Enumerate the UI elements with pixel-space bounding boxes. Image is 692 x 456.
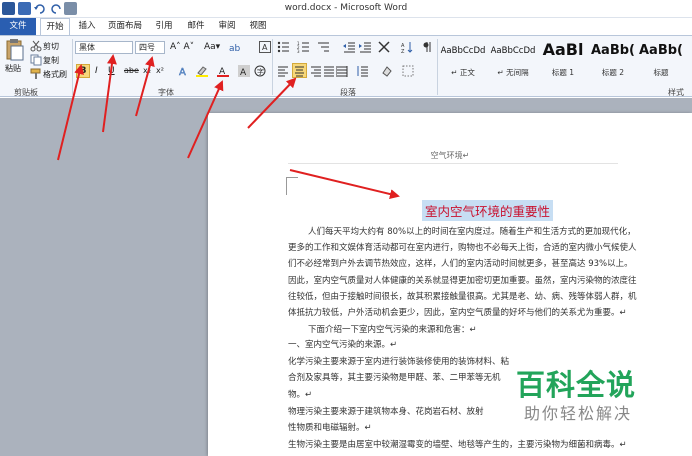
increase-indent-icon[interactable] — [359, 41, 371, 53]
bold-button[interactable]: B — [76, 64, 90, 78]
paragraph-group-label: 段落 — [340, 88, 356, 97]
chinese-layout-icon[interactable] — [378, 41, 390, 53]
clipboard-group-label: 剪贴板 — [14, 88, 38, 97]
tab-page-layout[interactable]: 页面布局 — [105, 18, 145, 35]
style-name: 标题 2 — [601, 68, 625, 77]
svg-text:A: A — [262, 43, 268, 52]
ribbon-tabs: 文件 开始 插入 页面布局 引用 邮件 审阅 视图 — [0, 18, 692, 36]
style-title[interactable]: AaBb( 标题 — [638, 39, 684, 81]
title-bar: word.docx - Microsoft Word — [0, 0, 692, 18]
show-marks-icon[interactable] — [423, 41, 435, 53]
header-divider — [288, 163, 618, 164]
change-case-icon[interactable]: Aa▾ — [204, 42, 220, 52]
paragraph-line[interactable]: 人们每天平均大约有 80%以上的时间在室内度过。随着生产和生活方式的更加现代化， — [288, 225, 692, 237]
style-sample: AaBl — [542, 40, 584, 59]
paragraph-line[interactable]: 们不必经常到户外去调节热效应，这样，人们的室内活动时间就更多，甚至高达 93%以… — [288, 257, 692, 269]
shading-icon[interactable] — [381, 65, 393, 77]
paragraph-line[interactable]: 更多的工作和文娱体育活动都可在室内进行，购物也不必每天上街，合适的室内微小气候使… — [288, 241, 692, 253]
distributed-icon[interactable] — [335, 65, 348, 77]
separator — [272, 39, 273, 95]
tab-references[interactable]: 引用 — [152, 18, 176, 35]
strikethrough-icon[interactable]: abe — [124, 66, 139, 75]
char-shading-icon[interactable]: A — [238, 65, 250, 78]
align-center-icon[interactable] — [292, 63, 307, 78]
tab-home[interactable]: 开始 — [40, 18, 70, 36]
margin-corner-mark — [286, 177, 298, 195]
enclose-char-icon[interactable]: 字 — [254, 65, 266, 77]
style-heading-1[interactable]: AaBl 标题 1 — [540, 39, 586, 81]
style-name: 标题 1 — [551, 68, 575, 77]
bold-label: B — [79, 66, 87, 76]
svg-text:3: 3 — [297, 49, 300, 53]
svg-text:A: A — [179, 67, 186, 77]
watermark-title: 百科全说 — [516, 368, 637, 402]
paragraph-line[interactable]: 一、室内空气污染的来源。↵ — [288, 338, 692, 350]
bullets-icon[interactable] — [277, 41, 289, 53]
borders-icon[interactable] — [402, 65, 414, 77]
style-name: ↵ 正文 — [451, 68, 475, 77]
separator — [72, 39, 73, 95]
paragraph-line[interactable]: 因此，室内空气质量对人体健康的关系就显得更加密切更加重要。虽然，室内污染物的浓度… — [288, 274, 692, 286]
clear-format-icon[interactable]: ab — [228, 41, 241, 54]
line-spacing-icon[interactable] — [356, 65, 368, 77]
paste-label: 粘贴 — [5, 64, 21, 73]
format-painter-icon[interactable] — [30, 68, 42, 80]
copy-icon[interactable] — [30, 54, 42, 66]
style-normal[interactable]: AaBbCcDd ↵ 正文 — [440, 39, 486, 81]
align-right-icon[interactable] — [310, 65, 322, 77]
style-name: ↵ 无间隔 — [497, 68, 529, 77]
tab-view[interactable]: 视图 — [246, 18, 270, 35]
text-effects-icon[interactable]: A — [178, 65, 190, 78]
styles-group-label: 样式 — [668, 88, 684, 97]
subscript-icon[interactable]: x₂ — [143, 66, 151, 75]
tab-file[interactable]: 文件 — [0, 18, 36, 35]
character-border-icon[interactable]: A — [259, 41, 271, 53]
style-no-spacing[interactable]: AaBbCcDd ↵ 无间隔 — [490, 39, 536, 81]
font-grow-shrink-icons[interactable]: A˄ A˅ — [170, 42, 194, 52]
window-title: word.docx - Microsoft Word — [284, 3, 408, 13]
svg-text:A: A — [240, 68, 247, 77]
copy-button[interactable]: 复制 — [43, 55, 59, 66]
tab-review[interactable]: 审阅 — [215, 18, 239, 35]
document-title[interactable]: 室内空气环境的重要性 — [422, 200, 554, 221]
cut-icon[interactable] — [30, 40, 42, 52]
style-sample: AaBbCcDd — [440, 46, 486, 56]
paragraph-line[interactable]: 往较低，但由于接触时间很长，故其积累接触量很高。尤其是老、幼、病、残等体弱人群，… — [288, 290, 692, 302]
numbering-icon[interactable]: 123 — [297, 41, 309, 54]
justify-icon[interactable] — [323, 65, 335, 77]
tab-insert[interactable]: 插入 — [76, 18, 98, 35]
style-heading-2[interactable]: AaBb( 标题 2 — [590, 39, 636, 81]
font-group-label: 字体 — [158, 88, 174, 97]
ribbon: 粘贴 剪切 复制 格式刷 剪贴板 黑体 四号 A˄ A˅ Aa▾ ab A B … — [0, 35, 692, 97]
font-name-combo[interactable]: 黑体 — [75, 41, 133, 54]
sort-icon[interactable]: AZ — [401, 41, 413, 55]
watermark: 百科全说 助你轻松解决 — [502, 362, 652, 426]
paragraph-line[interactable]: 生物污染主要是由居室中较潮湿霉变的墙壁、地毯等产生的，主要污染物为细菌和病毒。↵ — [288, 438, 692, 450]
underline-button[interactable]: U — [108, 66, 115, 76]
page-header[interactable]: 空气环境↵ — [208, 150, 692, 161]
svg-text:ab: ab — [229, 44, 240, 53]
style-sample: AaBb( — [639, 43, 683, 58]
superscript-icon[interactable]: x² — [156, 66, 164, 75]
svg-text:字: 字 — [257, 67, 264, 76]
decrease-indent-icon[interactable] — [343, 41, 355, 53]
highlight-icon[interactable] — [196, 65, 208, 77]
style-sample: AaBbCcDd — [490, 46, 536, 56]
style-sample: AaBb( — [591, 43, 635, 58]
separator — [437, 39, 438, 95]
font-color-icon[interactable]: A — [217, 65, 229, 77]
font-size-combo[interactable]: 四号 — [135, 41, 165, 54]
style-name: 标题 — [653, 68, 669, 77]
paragraph-line[interactable]: 体抵抗力较低，户外活动机会更少，因此，室内空气质量的好坏与他们的关系尤为重要。↵ — [288, 306, 692, 318]
paragraph-line[interactable]: 下面介绍一下室内空气污染的来源和危害：↵ — [288, 323, 692, 335]
italic-button[interactable]: I — [95, 66, 98, 76]
align-left-icon[interactable] — [277, 65, 289, 77]
paste-button[interactable]: 粘贴 — [3, 38, 27, 82]
multilevel-list-icon[interactable] — [317, 41, 329, 53]
format-painter-button[interactable]: 格式刷 — [43, 69, 67, 80]
tab-mailings[interactable]: 邮件 — [184, 18, 208, 35]
cut-button[interactable]: 剪切 — [43, 41, 59, 52]
svg-text:Z: Z — [401, 49, 405, 53]
watermark-subtitle: 助你轻松解决 — [524, 404, 633, 423]
